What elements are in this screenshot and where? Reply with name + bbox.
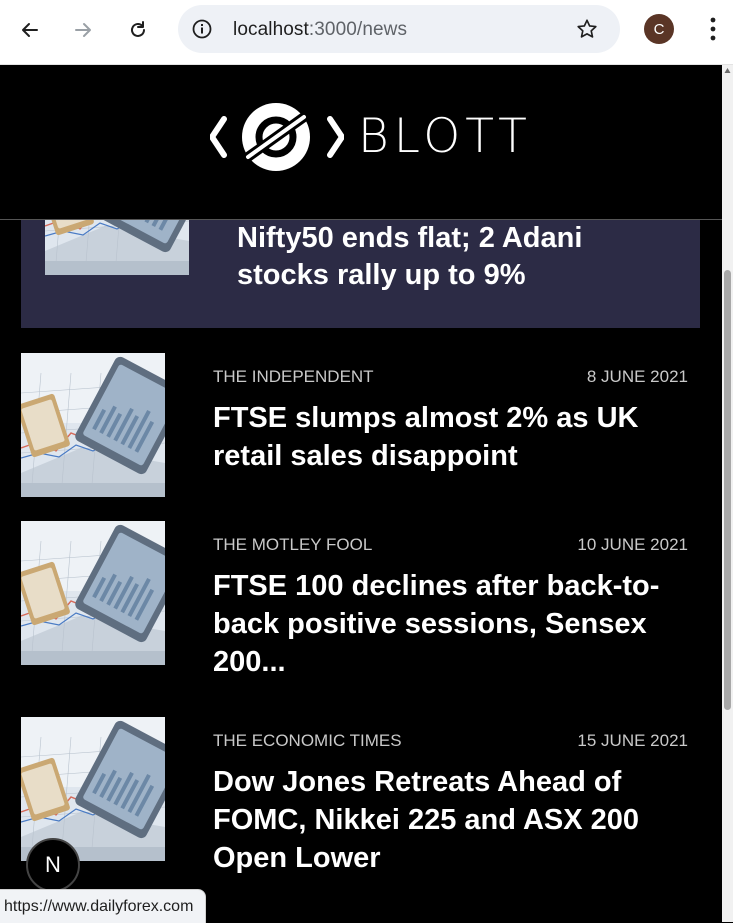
reload-button[interactable]	[120, 12, 156, 48]
news-thumbnail	[21, 353, 165, 497]
news-title[interactable]: FTSE 100 declines after back-to-back pos…	[213, 567, 693, 681]
scrollbar-thumb[interactable]	[724, 270, 731, 710]
nextjs-dev-badge[interactable]: N	[26, 838, 80, 892]
brand-name: BLOTT	[358, 109, 532, 164]
site-info-icon[interactable]	[192, 19, 212, 39]
news-date: 8 JUNE 2021	[586, 367, 688, 386]
news-date: 10 JUNE 2021	[577, 535, 688, 554]
news-thumbnail	[21, 521, 165, 665]
news-title[interactable]: FTSE slumps almost 2% as UK retail sales…	[213, 399, 693, 475]
url-text[interactable]: localhost:3000/news	[233, 19, 407, 41]
back-button[interactable]	[12, 12, 48, 48]
news-source: THE ECONOMIC TIMES	[213, 731, 402, 750]
site-header: BLOTT	[0, 65, 722, 220]
news-source: THE INDEPENDENT	[213, 367, 374, 386]
reload-icon	[131, 21, 145, 37]
forward-button[interactable]	[65, 12, 101, 48]
browser-toolbar: localhost:3000/news C	[0, 0, 733, 65]
back-arrow-icon	[22, 23, 38, 37]
news-title[interactable]: Dow Jones Retreats Ahead of FOMC, Nikkei…	[213, 763, 693, 877]
profile-avatar[interactable]: C	[644, 14, 674, 44]
forward-arrow-icon	[75, 23, 91, 37]
news-date: 15 JUNE 2021	[577, 731, 688, 750]
url-host: localhost	[233, 19, 309, 40]
link-status-bubble: https://www.dailyforex.com	[0, 889, 207, 923]
blott-logo-icon[interactable]	[210, 99, 344, 175]
url-path: :3000/news	[308, 19, 408, 40]
address-bar[interactable]: localhost:3000/news	[178, 5, 620, 53]
scroll-up-icon[interactable]	[724, 67, 731, 74]
news-source: THE MOTLEY FOOL	[213, 535, 373, 554]
bookmark-star-icon[interactable]	[576, 18, 598, 40]
featured-title[interactable]: Nifty50 ends flat; 2 Adani stocks rally …	[237, 220, 657, 294]
page-scrollbar[interactable]	[722, 65, 733, 922]
page-viewport: Nifty50 ends flat; 2 Adani stocks rally …	[0, 65, 722, 922]
more-menu-icon[interactable]	[703, 14, 723, 44]
